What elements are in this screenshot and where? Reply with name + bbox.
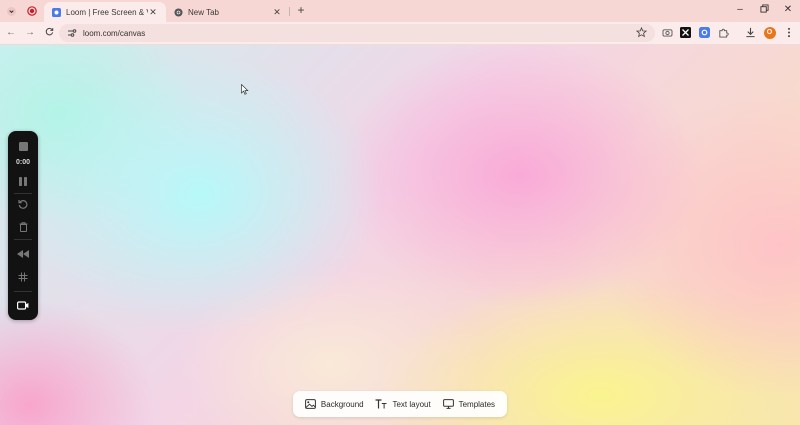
download-icon — [746, 27, 755, 38]
chrome-favicon-icon — [174, 7, 183, 17]
downloads-button[interactable] — [744, 26, 757, 39]
extension-x-button[interactable] — [679, 26, 692, 39]
grid-button[interactable] — [8, 270, 38, 284]
divider — [14, 291, 32, 292]
text-layout-label: Text layout — [392, 399, 431, 409]
camera-icon — [662, 29, 673, 37]
delete-button[interactable] — [8, 220, 38, 234]
templates-label: Templates — [458, 399, 496, 409]
chevron-down-icon — [6, 6, 16, 16]
pause-button[interactable] — [8, 174, 38, 188]
x-logo-icon — [680, 27, 691, 38]
restart-icon — [18, 200, 28, 209]
recording-timer: 0:00 — [15, 158, 30, 166]
monitor-icon — [442, 399, 454, 409]
recording-canvas[interactable] — [0, 45, 800, 425]
back-button[interactable]: ← — [5, 27, 17, 39]
url-text: loom.com/canvas — [83, 28, 146, 38]
close-window-button[interactable]: ✕ — [782, 4, 794, 16]
recording-controls: 0:00 — [8, 131, 38, 320]
reload-button[interactable] — [43, 27, 55, 39]
rewind-icon — [17, 250, 29, 258]
forward-button[interactable]: → — [24, 27, 36, 39]
tab-title: New Tab — [188, 7, 219, 17]
puzzle-icon — [719, 28, 729, 38]
minimize-button[interactable]: – — [734, 4, 746, 16]
tab-loom[interactable]: Loom | Free Screen & Video Re ✕ — [44, 2, 166, 22]
loom-favicon-icon — [52, 7, 61, 17]
bookmark-star-icon[interactable] — [636, 27, 647, 38]
restore-button[interactable] — [758, 4, 770, 16]
tab-divider — [289, 7, 290, 16]
close-tab-icon[interactable]: ✕ — [272, 7, 282, 18]
avatar-initial: O — [766, 29, 773, 36]
templates-button[interactable]: Templates — [442, 399, 496, 409]
background-button[interactable]: Background — [305, 399, 364, 409]
browser-toolbar: ← → loom.com/canvas O — [0, 22, 800, 45]
timer-wrapper: 0:00 — [8, 157, 38, 167]
more-vertical-icon — [787, 27, 790, 38]
loom-extension-button[interactable] — [698, 26, 711, 39]
hash-icon — [18, 272, 28, 282]
canvas-toolbar: Background Text layout Templates — [293, 391, 507, 417]
divider — [14, 239, 32, 240]
divider — [14, 193, 32, 194]
tab-search-button[interactable] — [4, 4, 18, 18]
close-tab-icon[interactable]: ✕ — [148, 7, 158, 18]
restore-icon — [759, 4, 769, 13]
stop-icon — [18, 141, 28, 151]
recording-indicator-icon — [26, 5, 38, 17]
text-size-icon — [375, 399, 387, 409]
extensions-button[interactable] — [717, 26, 730, 39]
tab-strip: Loom | Free Screen & Video Re ✕ New Tab … — [0, 0, 800, 22]
profile-avatar[interactable]: O — [763, 26, 776, 39]
address-bar[interactable]: loom.com/canvas — [59, 24, 655, 42]
camera-toggle-button[interactable] — [8, 298, 38, 312]
tab-title: Loom | Free Screen & Video Re — [66, 7, 148, 17]
mouse-cursor-icon — [241, 84, 249, 95]
stop-button[interactable] — [8, 139, 38, 153]
loom-extension-icon — [699, 27, 710, 38]
reload-icon — [45, 27, 53, 36]
trash-icon — [19, 222, 27, 232]
image-icon — [305, 399, 316, 409]
text-layout-button[interactable]: Text layout — [375, 399, 431, 409]
chrome-menu-button[interactable] — [782, 26, 795, 39]
restart-button[interactable] — [8, 197, 38, 211]
site-settings-icon[interactable] — [67, 28, 77, 38]
new-tab-button[interactable]: + — [295, 4, 307, 16]
drawing-tools-button[interactable] — [8, 247, 38, 261]
video-camera-icon — [17, 300, 29, 310]
tab-new-tab[interactable]: New Tab ✕ — [166, 2, 290, 22]
avatar: O — [763, 26, 776, 39]
pause-icon — [19, 176, 27, 186]
background-label: Background — [320, 399, 364, 409]
screenshot-extension-button[interactable] — [661, 26, 674, 39]
